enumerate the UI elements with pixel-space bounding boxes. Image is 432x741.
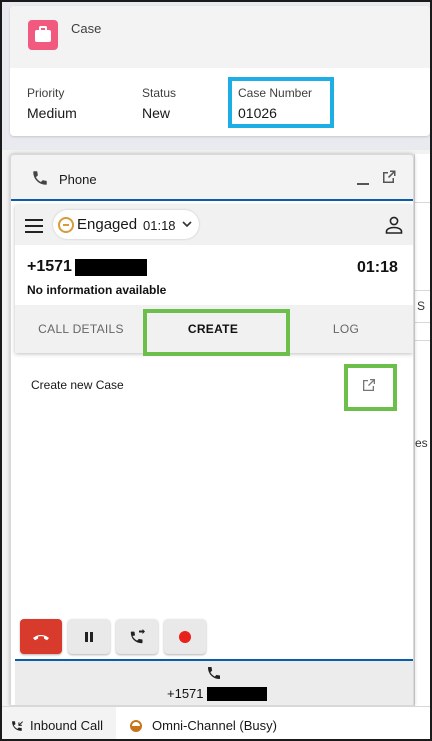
case-highlights-panel: Case Priority Medium Status New Case Num… — [10, 6, 430, 136]
tab-call-details[interactable]: CALL DETAILS — [15, 305, 147, 353]
background-record-edge: S es — [414, 154, 430, 706]
popout-icon[interactable] — [381, 169, 397, 185]
phone-panel-header: Phone — [11, 155, 413, 201]
phone-panel-title: Phone — [59, 172, 97, 187]
case-object-label: Case — [71, 21, 102, 36]
new-window-highlight-box — [344, 364, 397, 411]
agent-state-label: Engaged — [77, 216, 138, 233]
case-briefcase-icon — [28, 20, 58, 50]
transfer-icon — [130, 629, 145, 644]
hangup-icon — [33, 635, 49, 641]
screen-frame: Case Priority Medium Status New Case Num… — [0, 0, 432, 741]
chevron-down-icon — [182, 221, 192, 228]
user-icon[interactable] — [385, 216, 403, 234]
minimize-icon[interactable] — [355, 169, 371, 185]
side-text-s: S — [417, 299, 426, 313]
active-call-bar[interactable]: +1571 — [15, 659, 413, 705]
inbound-call-label: Inbound Call — [30, 718, 103, 733]
omni-channel-label: Omni-Channel (Busy) — [152, 718, 277, 733]
side-text-es: es — [415, 436, 428, 450]
agent-state-dropdown[interactable]: Engaged 01:18 — [53, 210, 199, 239]
softphone-toolbar: Engaged 01:18 — [15, 205, 413, 245]
hold-button[interactable] — [68, 619, 110, 654]
create-new-case-label[interactable]: Create new Case — [31, 378, 124, 392]
busy-status-icon — [130, 720, 142, 732]
record-icon — [179, 631, 191, 643]
menu-icon[interactable] — [25, 219, 43, 233]
priority-value: Medium — [27, 105, 77, 121]
priority-field: Priority Medium — [27, 86, 77, 121]
redacted-number-block — [207, 687, 267, 701]
redacted-number-block — [75, 259, 147, 276]
phone-utility-panel: Phone Engaged 01:18 +1571 01:18 No infor… — [10, 154, 414, 706]
caller-number: +1571 — [27, 258, 72, 275]
caller-info-text: No information available — [27, 283, 167, 297]
call-duration: 01:18 — [357, 259, 398, 276]
phone-icon — [33, 171, 47, 185]
inbound-call-tab[interactable]: Inbound Call — [2, 707, 116, 739]
case-title-bar — [10, 6, 430, 68]
status-label: Status — [142, 86, 177, 100]
record-button[interactable] — [164, 619, 206, 654]
create-tab-highlight-box — [143, 309, 290, 356]
omni-channel-tab[interactable]: Omni-Channel (Busy) — [122, 707, 322, 739]
priority-label: Priority — [27, 86, 65, 100]
case-number-highlight-box — [228, 77, 334, 128]
active-call-number: +1571 — [167, 686, 204, 701]
status-field: Status New — [142, 86, 176, 121]
pause-icon — [85, 632, 93, 642]
inbound-call-icon — [12, 721, 23, 731]
engaged-status-icon — [58, 217, 74, 233]
tab-log[interactable]: LOG — [279, 305, 413, 353]
end-call-button[interactable] — [20, 619, 62, 654]
transfer-button[interactable] — [116, 619, 158, 654]
status-value: New — [142, 105, 171, 121]
agent-state-timer: 01:18 — [143, 218, 176, 233]
phone-call-icon — [208, 667, 220, 679]
utility-bar: Inbound Call Omni-Channel (Busy) — [2, 706, 430, 739]
